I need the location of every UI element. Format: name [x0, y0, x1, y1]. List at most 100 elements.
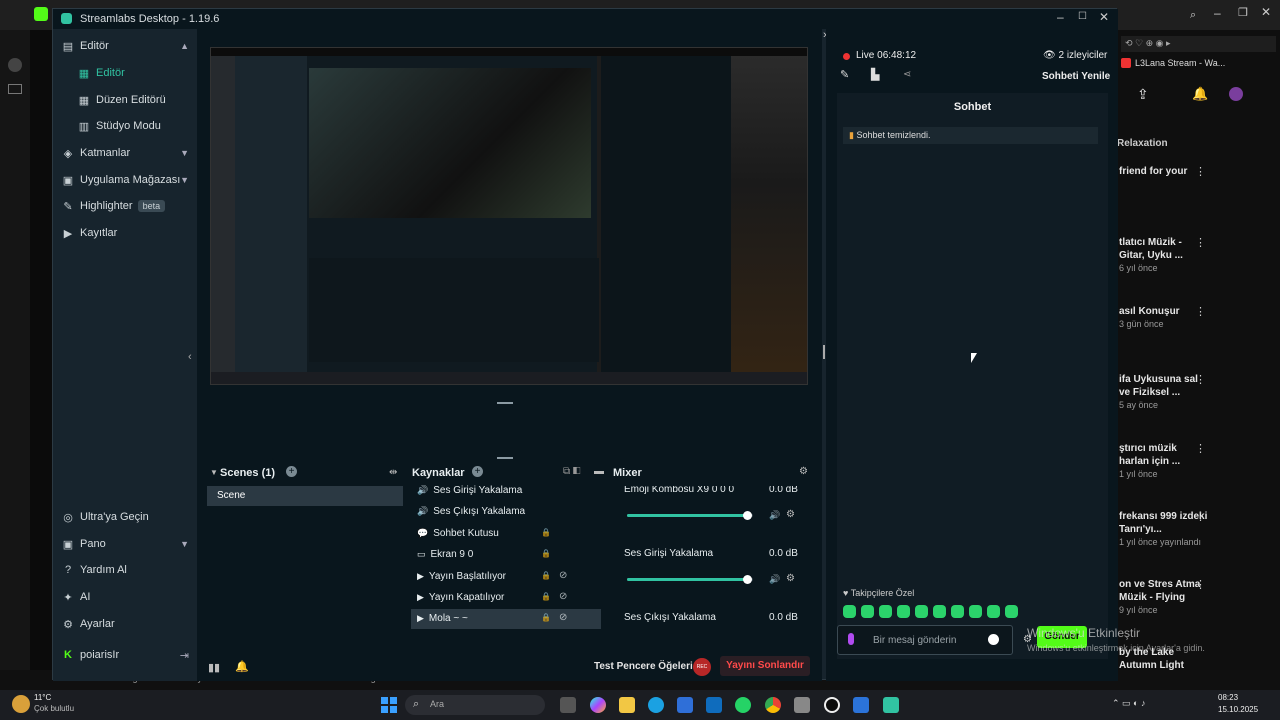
visibility-icon[interactable]: ⊘ — [559, 591, 567, 602]
emote-icon[interactable] — [861, 605, 874, 618]
emote-icon[interactable] — [969, 605, 982, 618]
outlook-icon[interactable] — [706, 697, 722, 713]
sidebar-item-settings[interactable]: ⚙ Ayarlar — [61, 613, 191, 635]
sidebar-item-studio-mode[interactable]: ▥ Stüdyo Modu — [77, 115, 207, 137]
gear-icon[interactable]: ⚙ — [786, 509, 795, 520]
folder-icon[interactable]: ▬ — [594, 466, 604, 477]
sidebar-item-dashboard[interactable]: ▣ Pano ▼ — [61, 533, 191, 555]
rec-button[interactable]: REC — [693, 658, 711, 676]
streamlabs-taskbar-icon[interactable] — [883, 697, 899, 713]
resize-handle[interactable] — [497, 402, 513, 404]
emote-icon[interactable] — [879, 605, 892, 618]
sidebar-item-ultra[interactable]: ◎ Ultra'ya Geçin — [61, 506, 191, 528]
taskbar-search[interactable]: ⌕ Ara — [405, 695, 545, 715]
source-item[interactable]: ▶ Yayın Başlatılıyor 🔒 ⊘ — [411, 567, 601, 587]
maximize-icon[interactable]: ☐ — [1078, 11, 1087, 22]
volume-knob[interactable] — [742, 511, 752, 520]
emote-icon[interactable] — [933, 605, 946, 618]
browser-home-icon[interactable] — [8, 58, 22, 72]
sidebar-item-layout-editor[interactable]: ▦ Düzen Editörü — [77, 89, 207, 111]
sidebar-item-editor[interactable]: ▦ Editör — [77, 62, 207, 84]
store-icon[interactable] — [677, 697, 693, 713]
volume-knob[interactable] — [742, 575, 752, 584]
sidebar-item-highlighter[interactable]: ✎ Highlighter beta — [61, 195, 191, 217]
lock-icon[interactable]: 🔒 — [541, 613, 551, 622]
source-actions-icon[interactable]: ⧉ ◧ — [563, 466, 581, 477]
notification-bell-icon[interactable]: 🔔 — [235, 660, 249, 673]
more-options-icon[interactable]: ⋮ — [1195, 373, 1206, 386]
source-item[interactable]: ▶ Mola ~ ~ 🔒 ⊘ — [411, 609, 601, 630]
weather-icon[interactable] — [12, 695, 30, 713]
lock-icon[interactable]: 🔒 — [541, 528, 551, 537]
chip-relaxation[interactable]: Relaxation — [1117, 138, 1168, 149]
gear-icon[interactable]: ⚙ — [799, 466, 808, 477]
logout-icon[interactable]: ⇥ — [180, 649, 189, 662]
emote-icon[interactable] — [897, 605, 910, 618]
upload-icon[interactable]: ⇪ — [1137, 86, 1149, 103]
scene-transitions-icon[interactable]: ⇹ — [389, 467, 397, 478]
sidebar-item-account[interactable]: K poiarisIr ⇥ — [61, 644, 191, 666]
sidebar-item-recordings[interactable]: ▶ Kayıtlar — [61, 222, 191, 244]
windows-start-icon[interactable] — [381, 697, 397, 713]
close-icon[interactable]: ✕ — [1099, 10, 1109, 24]
tray-icons[interactable]: ⌃ ▭ ◐ ♪ — [1112, 698, 1145, 709]
edit-stream-icon[interactable]: ✎ — [840, 68, 849, 81]
obs-icon[interactable] — [824, 697, 840, 713]
emote-icon[interactable] — [843, 605, 856, 618]
stream-preview[interactable] — [210, 47, 808, 385]
visibility-icon[interactable]: ⊘ — [559, 570, 567, 581]
volume-slider[interactable] — [627, 511, 753, 520]
microphone-icon[interactable] — [848, 633, 854, 645]
file-explorer-icon[interactable] — [619, 697, 635, 713]
more-options-icon[interactable]: ⋮ — [1195, 442, 1206, 455]
notifications-icon[interactable]: 🔔 — [1192, 86, 1208, 102]
sidebar-item-layers[interactable]: ◈ Katmanlar ▼ — [61, 142, 191, 164]
test-widgets-button[interactable]: Test Pencere Öğeleri — [594, 661, 693, 672]
source-item[interactable]: 🔊 Ses Girişi Yakalama — [411, 481, 601, 501]
sidebar-item-help[interactable]: ? Yardım Al — [61, 559, 191, 581]
security-icon[interactable] — [853, 697, 869, 713]
share-icon[interactable]: ⋖ — [903, 69, 911, 80]
taskview-icon[interactable] — [560, 697, 576, 713]
emote-icon[interactable] — [951, 605, 964, 618]
lock-icon[interactable]: 🔒 — [541, 549, 551, 558]
copilot-icon[interactable] — [590, 697, 606, 713]
more-options-icon[interactable]: ⋮ — [1195, 578, 1206, 591]
emote-icon[interactable] — [915, 605, 928, 618]
emoji-icon[interactable] — [988, 634, 999, 645]
sidebar-item-ai[interactable]: ✦ AI — [61, 586, 191, 608]
sidebar-item-app-store[interactable]: ▣ Uygulama Mağazası ▼ — [61, 169, 191, 191]
speaker-icon[interactable]: 🔊 — [769, 510, 780, 521]
emote-icon[interactable] — [987, 605, 1000, 618]
source-item[interactable]: 💬 Sohbet Kutusu 🔒 — [411, 524, 601, 544]
sidebar-item-editor-group[interactable]: ▤ Editör ▲ — [61, 35, 191, 57]
chat-resize-handle[interactable] — [823, 345, 825, 359]
end-stream-button[interactable]: Yayını Sonlandır — [720, 656, 810, 676]
lock-icon[interactable]: 🔒 — [541, 592, 551, 601]
browser-panel-icon[interactable] — [8, 84, 22, 94]
more-options-icon[interactable]: ⋮ — [1195, 165, 1206, 178]
more-options-icon[interactable]: ⋮ — [1195, 236, 1206, 249]
minimize-icon[interactable]: – — [1057, 10, 1064, 24]
source-item[interactable]: 🔊 Ses Çıkışı Yakalama — [411, 502, 601, 522]
gear-icon[interactable]: ⚙ — [786, 573, 795, 584]
visibility-icon[interactable]: ⊘ — [559, 612, 567, 623]
avatar[interactable] — [1229, 87, 1243, 101]
source-item[interactable]: ▭ Ekran 9 0 🔒 — [411, 545, 601, 565]
browser-restore-icon[interactable]: ❐ — [1238, 6, 1248, 19]
volume-slider[interactable] — [627, 575, 753, 584]
add-source-icon[interactable]: + — [472, 466, 483, 477]
browser-search-icon[interactable]: ⌕ — [1190, 9, 1196, 22]
more-options-icon[interactable]: ⋮ — [1195, 510, 1206, 523]
lock-icon[interactable]: 🔒 — [541, 571, 551, 580]
info-card-icon[interactable]: ▙ — [871, 68, 879, 81]
scene-item[interactable]: Scene — [207, 486, 403, 506]
add-scene-icon[interactable]: + — [286, 466, 297, 477]
edge-icon[interactable] — [648, 697, 664, 713]
chevron-down-icon[interactable]: ▼ — [210, 468, 218, 477]
speaker-icon[interactable]: 🔊 — [769, 574, 780, 585]
browser-tab-title[interactable]: L3Lana Stream - Wa... — [1135, 58, 1225, 68]
resize-handle[interactable] — [497, 457, 513, 459]
refresh-chat-button[interactable]: Sohbeti Yenile — [1042, 71, 1110, 82]
collapse-left-icon[interactable]: ‹ — [188, 351, 192, 363]
